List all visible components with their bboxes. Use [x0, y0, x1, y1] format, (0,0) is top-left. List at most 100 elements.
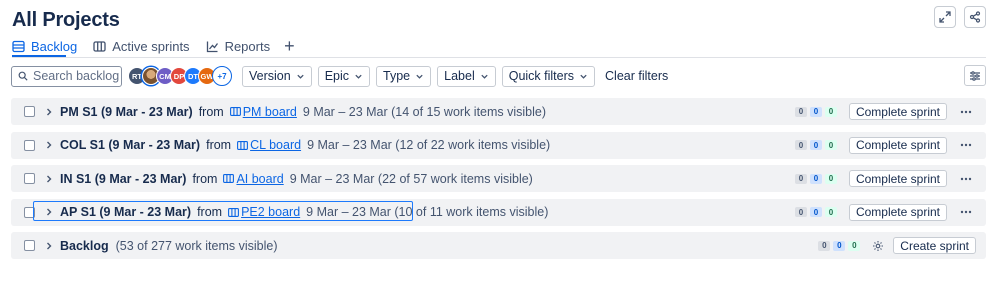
- done-count-badge: 0: [824, 207, 837, 217]
- share-button[interactable]: [964, 6, 986, 28]
- backlog-row: Backlog (53 of 277 work items visible) 0…: [11, 232, 986, 259]
- more-actions-button[interactable]: [956, 177, 976, 181]
- backlog-checkbox[interactable]: [24, 240, 35, 251]
- create-sprint-button[interactable]: Create sprint: [893, 237, 976, 254]
- complete-sprint-button[interactable]: Complete sprint: [848, 203, 947, 221]
- tab-label: Reports: [224, 38, 271, 54]
- search-icon: [18, 71, 28, 81]
- sprint-checkbox[interactable]: [24, 173, 35, 184]
- more-icon: [960, 177, 972, 180]
- chevron-right-icon[interactable]: [44, 140, 54, 150]
- more-actions-button[interactable]: [956, 110, 976, 114]
- search-input[interactable]: [33, 69, 121, 83]
- todo-count-badge: 0: [794, 173, 807, 184]
- todo-count-badge: 0: [794, 106, 807, 117]
- fullscreen-button[interactable]: [934, 6, 956, 28]
- search-box[interactable]: [11, 65, 122, 87]
- add-tab-icon[interactable]: +: [284, 37, 295, 55]
- done-count-badge: 0: [848, 240, 861, 251]
- more-icon: [960, 110, 972, 113]
- sliders-icon: [970, 70, 980, 81]
- page-title: All Projects: [12, 9, 120, 31]
- chevron-right-icon[interactable]: [44, 174, 54, 184]
- board-icon: [93, 40, 106, 52]
- backlog-count: (53 of 277 work items visible): [115, 238, 278, 253]
- filter-toolbar: RT CM DP DT GW +7 Version Epic Type Labe…: [11, 65, 986, 87]
- board-icon: [237, 140, 249, 150]
- sprint-dates: 9 Mar – 23 Mar (14 of 15 work items visi…: [302, 104, 547, 119]
- backlog-name[interactable]: Backlog: [60, 239, 109, 253]
- sprint-checkbox[interactable]: [24, 139, 35, 151]
- more-icon: [960, 210, 972, 214]
- filter-label: Quick filters: [508, 69, 575, 83]
- sprint-from-label: from: [198, 104, 224, 119]
- in-progress-count-badge: 0: [809, 173, 822, 184]
- more-actions-button[interactable]: [956, 143, 976, 147]
- sprint-checkbox[interactable]: [24, 106, 35, 117]
- view-settings-button[interactable]: [964, 65, 986, 86]
- sprint-name[interactable]: COL S1 (9 Mar - 23 Mar): [60, 138, 200, 152]
- sprint-row: COL S1 (9 Mar - 23 Mar) from CL board 9 …: [11, 131, 986, 159]
- board-link[interactable]: AI board: [236, 172, 283, 186]
- chevron-down-icon: [481, 74, 488, 79]
- sprint-name[interactable]: PM S1 (9 Mar - 23 Mar): [60, 105, 193, 119]
- todo-count-badge: 0: [794, 207, 807, 217]
- tab-reports[interactable]: Reports: [206, 38, 271, 54]
- chevron-down-icon: [416, 74, 423, 79]
- board-link[interactable]: CL board: [250, 138, 301, 152]
- chevron-right-icon[interactable]: [44, 107, 54, 117]
- tab-label: Backlog: [31, 38, 78, 54]
- quick-filters[interactable]: Quick filters: [501, 65, 596, 87]
- list-icon: [12, 40, 25, 52]
- sprint-dates: 9 Mar – 23 Mar (12 of 22 work items visi…: [307, 138, 551, 152]
- sprint-dates: 9 Mar – 23 Mar (22 of 57 work items visi…: [289, 171, 533, 186]
- sprint-list: PM S1 (9 Mar - 23 Mar) from PM board 9 M…: [11, 98, 986, 266]
- tab-backlog[interactable]: Backlog: [12, 38, 77, 54]
- type-filter[interactable]: Type: [376, 65, 432, 87]
- share-icon: [969, 11, 981, 23]
- board-icon: [229, 107, 241, 116]
- complete-sprint-button[interactable]: Complete sprint: [848, 170, 947, 187]
- complete-sprint-button[interactable]: Complete sprint: [848, 136, 947, 154]
- sprint-row: IN S1 (9 Mar - 23 Mar) from AI board 9 M…: [11, 165, 986, 192]
- in-progress-count-badge: 0: [833, 240, 846, 251]
- tab-bar: Backlog Active sprints Reports +: [12, 37, 986, 55]
- filter-label: Type: [383, 69, 411, 83]
- complete-sprint-button[interactable]: Complete sprint: [848, 103, 947, 120]
- todo-count-badge: 0: [818, 240, 831, 251]
- done-count-badge: 0: [824, 140, 837, 150]
- more-icon: [960, 143, 972, 147]
- todo-count-badge: 0: [794, 140, 807, 150]
- expand-icon: [939, 11, 951, 23]
- in-progress-count-badge: 0: [809, 207, 822, 217]
- board-link[interactable]: PM board: [243, 105, 297, 119]
- more-avatars-button[interactable]: +7: [212, 66, 232, 86]
- chevron-right-icon[interactable]: [44, 241, 54, 251]
- tab-active-sprints[interactable]: Active sprints: [93, 38, 190, 54]
- chevron-down-icon: [297, 74, 304, 79]
- in-progress-count-badge: 0: [809, 140, 822, 150]
- in-progress-count-badge: 0: [809, 106, 822, 117]
- sprint-from-label: from: [192, 171, 218, 186]
- gear-icon: [873, 240, 884, 251]
- tabs-divider: [12, 57, 986, 58]
- version-filter[interactable]: Version: [242, 65, 312, 87]
- chevron-down-icon: [355, 74, 362, 79]
- filter-label: Version: [249, 69, 291, 83]
- avatar-group: RT CM DP DT GW +7: [128, 66, 232, 86]
- clear-filters-button[interactable]: Clear filters: [605, 69, 668, 83]
- chevron-down-icon: [580, 74, 587, 79]
- sprint-row: PM S1 (9 Mar - 23 Mar) from PM board 9 M…: [11, 98, 986, 125]
- sprint-name[interactable]: IN S1 (9 Mar - 23 Mar): [60, 172, 186, 186]
- epic-filter[interactable]: Epic: [317, 65, 371, 87]
- done-count-badge: 0: [824, 106, 837, 117]
- more-actions-button[interactable]: [956, 210, 976, 214]
- tab-label: Active sprints: [112, 38, 190, 54]
- sprint-row: AP S1 (9 Mar - 23 Mar) from PE2 board 9 …: [11, 198, 986, 226]
- backlog-settings-button[interactable]: [870, 238, 886, 254]
- board-icon: [223, 174, 235, 183]
- done-count-badge: 0: [824, 173, 837, 184]
- sprint-from-label: from: [206, 138, 232, 152]
- label-filter[interactable]: Label: [437, 65, 496, 87]
- chart-icon: [206, 41, 218, 52]
